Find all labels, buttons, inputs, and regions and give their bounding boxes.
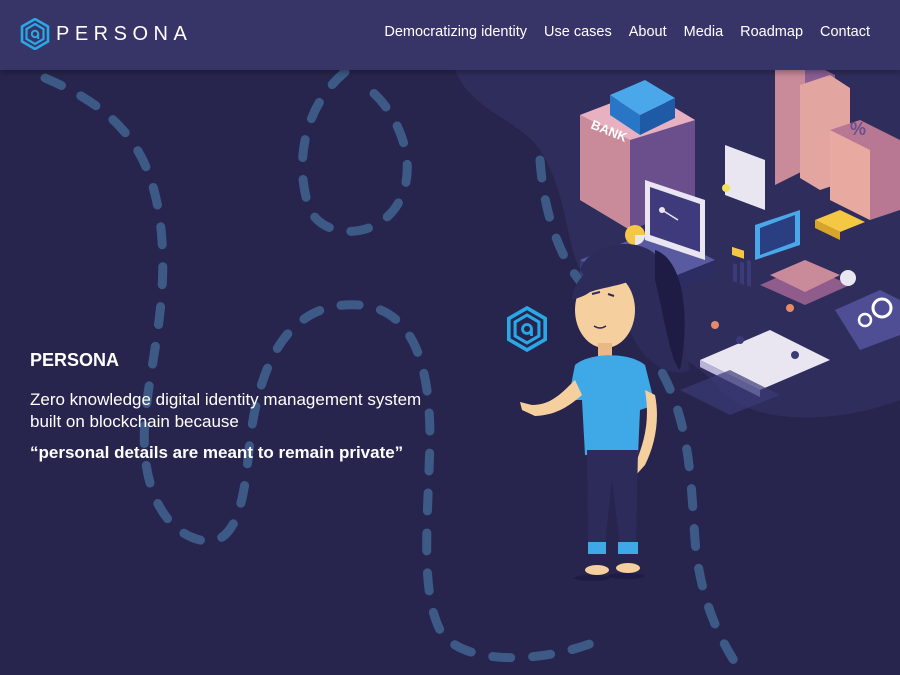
nav-link-use-cases[interactable]: Use cases (544, 24, 612, 40)
persona-hexagon-logo-icon (20, 18, 50, 50)
nav-link-roadmap[interactable]: Roadmap (740, 24, 803, 40)
page: PERSONA Democratizing identity Use cases… (0, 0, 900, 675)
nav-link-democratizing-identity[interactable]: Democratizing identity (384, 24, 527, 40)
nav-link-contact[interactable]: Contact (820, 24, 870, 40)
hero-section: PERSONA Zero knowledge digital identity … (30, 350, 470, 463)
gear-platform (835, 270, 900, 350)
nav-link-media[interactable]: Media (684, 24, 724, 40)
towers: % (775, 60, 900, 220)
meeting-table (680, 304, 830, 415)
brand-name: PERSONA (56, 22, 193, 45)
brand-logo[interactable]: PERSONA (20, 17, 192, 51)
hero-title: PERSONA (30, 350, 120, 370)
hero-quote: “personal details are meant to remain pr… (30, 443, 404, 462)
svg-text:%: % (850, 119, 866, 139)
dash-path-2 (297, 67, 412, 236)
data-screens (755, 210, 865, 305)
main-nav: Democratizing identity Use cases About M… (384, 24, 870, 40)
chart-panel (722, 145, 765, 288)
nav-link-about[interactable]: About (629, 24, 667, 40)
girl-character (520, 243, 690, 581)
floating-persona-logo-icon (506, 306, 548, 352)
hero-illustration: BANK % (520, 60, 900, 581)
hero-description: Zero knowledge digital identity manageme… (30, 390, 422, 431)
top-navigation-bar: PERSONA Democratizing identity Use cases… (0, 0, 900, 70)
